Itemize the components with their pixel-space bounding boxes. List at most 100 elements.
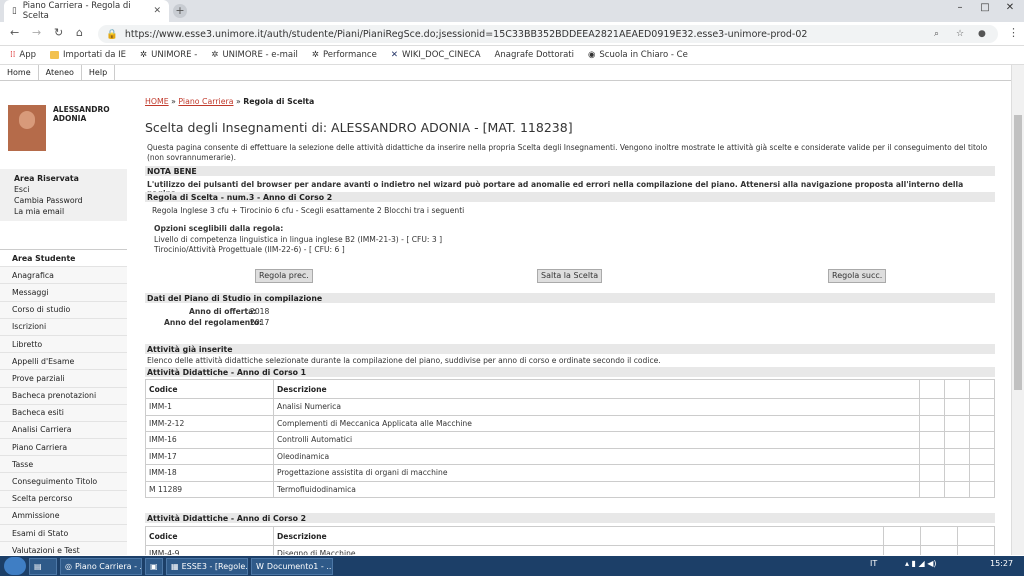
menu-item[interactable]: Bacheca prenotazioni — [0, 387, 127, 405]
bookmark-unimore[interactable]: ✲ UNIMORE - — [140, 50, 197, 60]
link-cambia-password[interactable]: Cambia Password — [0, 195, 127, 206]
menu-item[interactable]: Tasse — [0, 456, 127, 474]
reload-icon[interactable]: ↻ — [54, 26, 63, 39]
bookmark-scuola[interactable]: ◉ Scuola in Chiaro - Ce — [588, 50, 688, 60]
taskbar-notes-icon[interactable]: ▣ — [145, 557, 163, 575]
close-tab-icon[interactable]: ✕ — [153, 6, 161, 16]
close-window-button[interactable]: ✕ — [1000, 2, 1020, 16]
sidebar: ALESSANDRO ADONIA Area Riservata Esci Cam… — [0, 81, 127, 555]
link-esci[interactable]: Esci — [0, 184, 127, 195]
opzioni-title: Opzioni sceglibili dalla regola: — [154, 224, 284, 233]
menu-item[interactable]: Iscrizioni — [0, 318, 127, 336]
anno2-header: Attività Didattiche - Anno di Corso 2 — [145, 513, 995, 523]
menu-item[interactable]: Ammissione — [0, 507, 127, 525]
regolamento-label: Anno del regolamento: — [164, 318, 263, 327]
folder-icon — [50, 51, 60, 59]
taskbar-chrome[interactable]: ◎ Piano Carriera - ... — [60, 557, 142, 575]
menu-item[interactable]: Anagrafica — [0, 267, 127, 285]
menu-item[interactable]: Conseguimento Titolo — [0, 473, 127, 491]
area-riservata: Area Riservata Esci Cambia Password La m… — [0, 169, 127, 221]
cell-blank — [944, 464, 970, 482]
menu-item[interactable]: Appelli d'Esame — [0, 353, 127, 371]
skip-choice-button[interactable]: Salta la Scelta — [537, 269, 603, 283]
prev-rule-button[interactable]: Regola prec. — [255, 269, 313, 283]
menu-item[interactable]: Prove parziali — [0, 370, 127, 388]
avatar — [8, 105, 46, 151]
area-riservata-title: Area Riservata — [14, 174, 79, 183]
crumb-piano[interactable]: Piano Carriera — [178, 97, 233, 106]
menu-item[interactable]: Messaggi — [0, 284, 127, 302]
explorer-icon[interactable]: ▤ — [29, 557, 57, 575]
breadcrumb: HOME » Piano Carriera » Regola di Scelta — [145, 97, 315, 106]
language-indicator[interactable]: IT — [870, 559, 877, 568]
cell-blank — [957, 545, 995, 555]
url-field[interactable]: 🔒 https://www.esse3.unimore.it/auth/stud… — [98, 25, 998, 43]
bookmarks-bar: ⁞⁞ App Importati da IE ✲ UNIMORE - ✲ UNIMOR… — [0, 46, 1024, 65]
cell-descrizione: Progettazione assistita di organi di mac… — [273, 464, 920, 482]
link-email[interactable]: La mia email — [0, 206, 127, 217]
menu-icon[interactable]: ⋮ — [1008, 26, 1019, 39]
scroll-thumb[interactable] — [1014, 115, 1022, 390]
dati-header: Dati del Piano di Studio in compilazione — [145, 293, 995, 303]
taskbar-esse3[interactable]: ▦ ESSE3 - [Regole... — [166, 557, 248, 575]
nav-help[interactable]: Help — [82, 65, 116, 80]
maximize-button[interactable]: □ — [975, 2, 995, 16]
bookmark-wiki[interactable]: ✕ WIKI_DOC_CINECA — [391, 50, 481, 60]
cell-descrizione: Controlli Automatici — [273, 431, 920, 449]
back-icon[interactable]: ← — [10, 26, 19, 39]
new-tab-button[interactable]: + — [173, 4, 187, 18]
cell-blank — [919, 464, 945, 482]
tray-icons[interactable]: ▴ ▮ ◢ ◀) — [905, 559, 936, 568]
menu-item[interactable]: Libretto — [0, 335, 127, 354]
cell-codice: IMM-17 — [145, 447, 274, 465]
crumb-current: Regola di Scelta — [243, 97, 315, 106]
menu-item[interactable]: Bacheca esiti — [0, 404, 127, 422]
cell-blank — [944, 447, 970, 465]
tab-title: Piano Carriera - Regola di Scelta — [22, 1, 131, 21]
menu-item[interactable]: Analisi Carriera — [0, 421, 127, 440]
menu-item[interactable]: Corso di studio — [0, 301, 127, 319]
home-icon[interactable]: ⌂ — [76, 26, 83, 39]
cell-descrizione: Disegno di Macchine — [273, 545, 884, 555]
anno1-table: Codice Descrizione IMM-1 Analisi Numerica I… — [145, 379, 995, 498]
unimore-icon: ✲ — [140, 50, 148, 60]
start-button[interactable] — [4, 557, 26, 575]
menu-item[interactable]: Esami di Stato — [0, 525, 127, 543]
cell-blank — [920, 545, 958, 555]
bookmark-apps[interactable]: ⁞⁞ App — [10, 50, 36, 60]
bookmark-email[interactable]: ✲ UNIMORE - e-mail — [211, 50, 298, 60]
search-icon[interactable]: ⌕ — [934, 29, 939, 39]
next-rule-button[interactable]: Regola succ. — [828, 269, 887, 283]
nav-home[interactable]: Home — [0, 65, 39, 80]
lock-icon: 🔒 — [106, 28, 118, 40]
cell-blank — [969, 447, 995, 465]
browser-tab[interactable]: ▯ Piano Carriera - Regola di Scelta ✕ — [4, 0, 169, 22]
cell-blank — [944, 414, 970, 432]
clock[interactable]: 15:27 — [990, 559, 1013, 568]
taskbar-word[interactable]: W Documento1 - ... — [251, 557, 333, 575]
crumb-home[interactable]: HOME — [145, 97, 169, 106]
cell-blank — [969, 464, 995, 482]
cell-blank — [944, 480, 970, 498]
col-descrizione: Descrizione — [273, 379, 920, 399]
nav-ateneo[interactable]: Ateneo — [39, 65, 82, 80]
x-icon: ✕ — [390, 50, 398, 60]
profile-icon[interactable]: ● — [978, 29, 986, 39]
forward-icon[interactable]: → — [32, 26, 41, 39]
bookmark-performance[interactable]: ✲ Performance — [312, 50, 377, 60]
regola-desc: Regola Inglese 3 cfu + Tirocinio 6 cfu -… — [152, 206, 465, 215]
url-text: https://www.esse3.unimore.it/auth/studen… — [124, 28, 808, 40]
top-nav: Home Ateneo Help — [0, 65, 1011, 81]
star-icon[interactable]: ☆ — [956, 29, 964, 39]
bookmark-ie[interactable]: Importati da IE — [50, 50, 126, 60]
bookmark-dottorati[interactable]: Anagrafe Dottorati — [495, 50, 574, 60]
cell-blank — [969, 480, 995, 498]
minimize-button[interactable]: – — [950, 2, 970, 16]
user-name: ALESSANDRO ADONIA — [53, 105, 110, 123]
menu-item[interactable]: Scelta percorso — [0, 490, 127, 508]
menu-item[interactable]: Piano Carriera — [0, 439, 127, 457]
cell-blank — [944, 398, 970, 416]
cell-blank — [944, 431, 970, 449]
scrollbar[interactable] — [1011, 65, 1024, 555]
menu-item[interactable]: Valutazioni e Test — [0, 542, 127, 555]
